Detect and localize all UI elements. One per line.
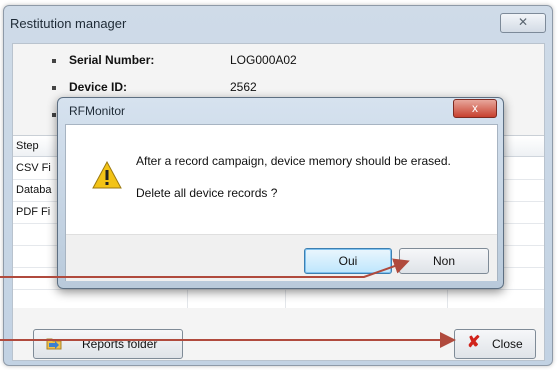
annotation-arrows	[0, 258, 456, 348]
arrow-to-non-button	[0, 258, 410, 278]
